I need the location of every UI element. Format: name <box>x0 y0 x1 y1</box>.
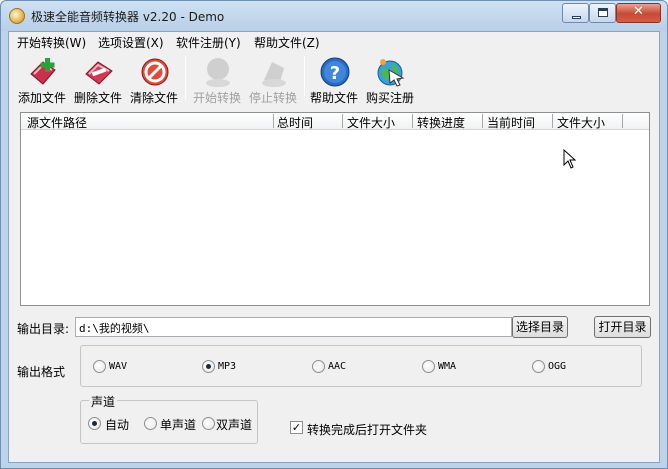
channel-radio-stereo[interactable] <box>202 417 215 430</box>
format-option-wav: WAV <box>109 361 128 372</box>
svg-text:?: ? <box>330 63 340 84</box>
stop-convert-icon <box>262 62 286 87</box>
format-radio-aac[interactable] <box>312 360 325 373</box>
column-divider[interactable] <box>482 114 483 128</box>
buy-register-button[interactable]: 购买注册 <box>363 54 417 105</box>
buy-register-label: 购买注册 <box>365 91 414 105</box>
format-option-wma: WMA <box>438 361 457 372</box>
output-dir-label: 输出目录: <box>17 322 70 336</box>
menu-bar: 开始转换(W) 选项设置(X) 软件注册(Y) 帮助文件(Z) <box>9 32 659 52</box>
open-folder-checkbox[interactable]: ✓ <box>290 421 303 434</box>
channel-group-title: 声道 <box>89 393 118 410</box>
format-option-aac: AAC <box>328 361 347 372</box>
help-button[interactable]: ? 帮助文件 <box>307 54 361 105</box>
format-radio-mp3[interactable] <box>202 360 215 373</box>
app-icon <box>9 8 25 24</box>
help-icon: ? <box>320 57 350 87</box>
format-radio-wma[interactable] <box>422 360 435 373</box>
channel-group: 声道 自动 单声道 双声道 <box>80 393 258 444</box>
column-divider[interactable] <box>552 114 553 128</box>
stop-convert-button[interactable]: 停止转换 <box>246 54 300 105</box>
file-list-header: 源文件路径 总时间 文件大小 转换进度 当前时间 文件大小 <box>21 113 649 130</box>
column-file-size[interactable]: 文件大小 <box>347 114 395 131</box>
format-radio-ogg[interactable] <box>532 360 545 373</box>
column-divider[interactable] <box>412 114 413 128</box>
column-source-path[interactable]: 源文件路径 <box>27 114 87 131</box>
column-output-size[interactable]: 文件大小 <box>557 114 605 131</box>
mouse-cursor-icon <box>563 149 577 169</box>
menu-register[interactable]: 软件注册(Y) <box>174 34 243 51</box>
close-icon: ✕ <box>633 4 644 19</box>
output-format-group: WAV MP3 AAC WMA OGG <box>80 345 642 387</box>
delete-file-icon <box>85 61 113 85</box>
help-label: 帮助文件 <box>309 91 358 105</box>
close-button[interactable]: ✕ <box>616 3 661 23</box>
column-divider[interactable] <box>622 114 623 128</box>
channel-radio-auto[interactable] <box>88 417 101 430</box>
menu-options[interactable]: 选项设置(X) <box>96 34 166 51</box>
minimize-button[interactable] <box>562 3 589 23</box>
column-total-time[interactable]: 总时间 <box>277 114 313 131</box>
maximize-button[interactable] <box>589 3 616 23</box>
clear-files-button[interactable]: 清除文件 <box>127 54 181 105</box>
start-convert-icon <box>206 58 230 87</box>
channel-option-stereo: 双声道 <box>216 418 253 432</box>
buy-register-icon <box>377 59 405 87</box>
open-dir-button[interactable]: 打开目录 <box>594 316 651 338</box>
file-list[interactable]: 源文件路径 总时间 文件大小 转换进度 当前时间 文件大小 <box>20 112 650 306</box>
delete-file-button[interactable]: 删除文件 <box>71 54 125 105</box>
format-radio-wav[interactable] <box>93 360 106 373</box>
add-file-button[interactable]: 添加文件 <box>15 54 69 105</box>
clear-files-icon <box>141 58 169 86</box>
stop-convert-label: 停止转换 <box>248 91 297 105</box>
title-bar[interactable]: 极速全能音频转换器 v2.20 - Demo ✕ <box>1 1 667 31</box>
open-folder-label: 转换完成后打开文件夹 <box>307 423 428 437</box>
column-divider[interactable] <box>342 114 343 128</box>
add-file-label: 添加文件 <box>17 91 66 105</box>
output-format-label: 输出格式 <box>17 365 66 379</box>
format-option-mp3: MP3 <box>218 361 237 372</box>
output-dir-input[interactable]: d:\我的视频\ <box>75 317 512 337</box>
window-title: 极速全能音频转换器 v2.20 - Demo <box>31 10 225 24</box>
maximize-icon <box>598 8 608 17</box>
menu-help[interactable]: 帮助文件(Z) <box>252 34 322 51</box>
add-file-icon <box>30 58 56 85</box>
menu-start-convert[interactable]: 开始转换(W) <box>15 34 88 51</box>
clear-files-label: 清除文件 <box>129 91 178 105</box>
column-current-time[interactable]: 当前时间 <box>487 114 535 131</box>
channel-option-mono: 单声道 <box>160 418 197 432</box>
toolbar: 添加文件 删除文件 清除文件 开始转换 停止转换 ? 帮助文件 购买注册 <box>9 52 659 107</box>
delete-file-label: 删除文件 <box>73 91 122 105</box>
app-window: 极速全能音频转换器 v2.20 - Demo ✕ 开始转换(W) 选项设置(X)… <box>0 0 668 469</box>
channel-option-auto: 自动 <box>105 418 130 432</box>
minimize-icon <box>572 16 581 19</box>
choose-dir-button[interactable]: 选择目录 <box>512 316 568 338</box>
start-convert-label: 开始转换 <box>192 91 241 105</box>
format-option-ogg: OGG <box>548 361 567 372</box>
column-progress[interactable]: 转换进度 <box>417 114 465 131</box>
channel-radio-mono[interactable] <box>144 417 157 430</box>
column-divider[interactable] <box>273 114 274 128</box>
client-area: 开始转换(W) 选项设置(X) 软件注册(Y) 帮助文件(Z) 添加文件 删除文… <box>8 31 660 463</box>
start-convert-button[interactable]: 开始转换 <box>190 54 244 105</box>
